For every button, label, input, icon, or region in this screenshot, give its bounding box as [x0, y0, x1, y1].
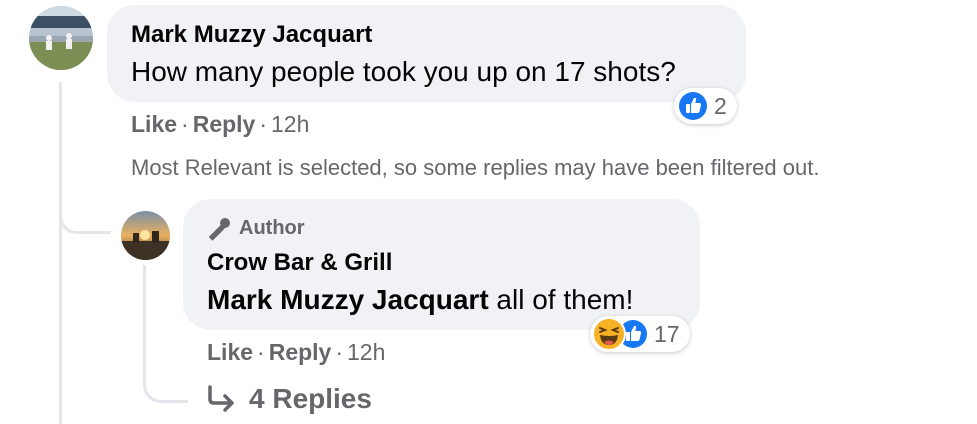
thread-line-main — [59, 82, 62, 424]
comment-timestamp[interactable]: 12h — [271, 111, 309, 137]
comment-author-name[interactable]: Mark Muzzy Jacquart — [131, 21, 372, 49]
microphone-icon — [207, 215, 233, 241]
separator: · — [335, 339, 344, 365]
reply-actions: Like · Reply · 12h — [207, 339, 385, 366]
comment-reaction-count: 2 — [714, 92, 727, 119]
filter-notice: Most Relevant is selected, so some repli… — [131, 155, 820, 180]
reply-button[interactable]: Reply — [269, 339, 332, 365]
reply-button[interactable]: Reply — [193, 111, 256, 137]
comment-actions: Like · Reply · 12h — [131, 111, 309, 138]
avatar[interactable] — [29, 6, 93, 70]
thread-line-reply — [143, 265, 146, 365]
separator: · — [259, 111, 268, 137]
reply-reactions[interactable]: 17 — [590, 316, 690, 352]
separator: · — [257, 339, 265, 365]
comment-text: How many people took you up on 17 shots? — [131, 56, 676, 87]
reply-author-name[interactable]: Crow Bar & Grill — [207, 249, 392, 277]
view-more-replies-link[interactable]: 4 Replies — [205, 383, 372, 415]
like-icon — [678, 91, 708, 121]
haha-icon — [592, 317, 626, 351]
reply-timestamp[interactable]: 12h — [347, 339, 385, 365]
like-button[interactable]: Like — [131, 111, 177, 137]
like-button[interactable]: Like — [207, 339, 253, 365]
reply-text-body: all of them! — [488, 284, 634, 315]
more-replies-label: 4 Replies — [249, 383, 372, 414]
reply-reaction-count: 17 — [654, 320, 680, 347]
author-badge: Author — [207, 215, 305, 241]
reply-text: Mark Muzzy Jacquart all of them! — [207, 284, 633, 316]
mention-link[interactable]: Mark Muzzy Jacquart — [207, 284, 489, 315]
reply-arrow-icon — [205, 384, 239, 414]
thread-curve-to-reply — [59, 200, 111, 234]
reply-avatar[interactable] — [121, 211, 170, 260]
author-badge-label: Author — [239, 216, 305, 239]
thread-curve-to-replies — [143, 355, 188, 403]
comment-reactions[interactable]: 2 — [674, 88, 737, 124]
separator: · — [181, 111, 189, 137]
